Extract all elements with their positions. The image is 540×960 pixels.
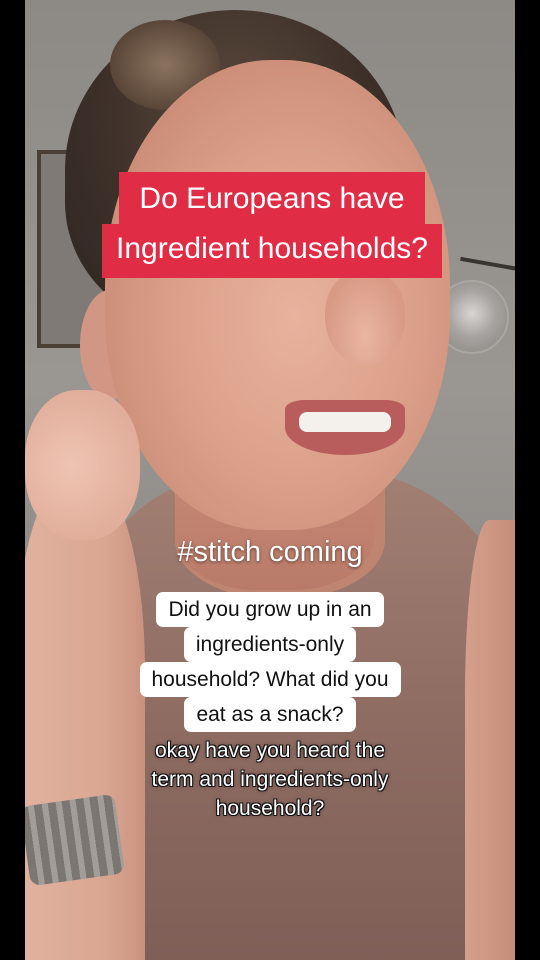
question-sticker: Did you grow up in an ingredients-only h…	[120, 592, 420, 732]
subtitle-line-3: household?	[215, 797, 325, 820]
video-frame[interactable]: Do Europeans have Ingredient households?…	[0, 0, 540, 960]
person-right-arm	[465, 520, 515, 960]
person-mouth	[285, 400, 405, 455]
question-line-3: household? What did you	[139, 662, 401, 697]
person-nose	[325, 270, 405, 365]
person-hand	[25, 390, 140, 540]
title-caption: Do Europeans have Ingredient households?	[62, 172, 482, 278]
title-line-2: Ingredient households?	[102, 224, 442, 278]
question-line-4: eat as a snack?	[184, 697, 356, 732]
stitch-caption: #stitch coming	[177, 536, 363, 568]
question-line-2: ingredients-only	[183, 627, 357, 662]
person-teeth	[299, 412, 391, 432]
subtitle-line-2: term and ingredients-only	[151, 768, 389, 791]
subtitle-caption: okay have you heard the term and ingredi…	[100, 736, 440, 823]
subtitle-line-1: okay have you heard the	[155, 739, 385, 762]
title-line-1: Do Europeans have	[119, 172, 425, 224]
question-line-1: Did you grow up in an	[156, 592, 384, 627]
